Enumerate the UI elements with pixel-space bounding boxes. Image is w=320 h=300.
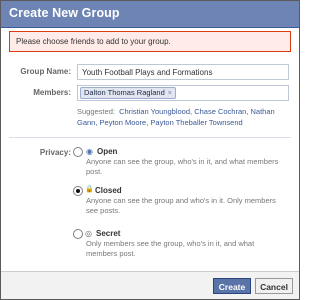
privacy-secret-title: Secret — [96, 229, 121, 238]
dialog-title: Create New Group — [9, 6, 120, 20]
globe-icon: ◉ — [86, 147, 93, 156]
members-label: Members: — [33, 88, 71, 97]
privacy-open-description: Anyone can see the group, who's in it, a… — [86, 157, 279, 176]
suggested-label: Suggested: — [77, 107, 115, 116]
radio-open[interactable] — [73, 147, 83, 157]
privacy-open-title: Open — [97, 147, 118, 156]
cancel-button[interactable]: Cancel — [255, 278, 293, 294]
suggested-friend-link[interactable]: Payton Theballer Townsend — [150, 118, 242, 127]
privacy-closed-description: Anyone can see the group and who's in it… — [86, 196, 276, 215]
create-group-dialog: Create New Group Please choose friends t… — [0, 0, 300, 300]
privacy-secret-description: Only members see the group, who's in it,… — [86, 239, 255, 258]
suggested-friend-link[interactable]: Christian Youngblood, — [119, 107, 192, 116]
suggested-friends: Suggested: Christian Youngblood, Chase C… — [77, 106, 293, 128]
member-token-name: Dalton Thomas Ragland — [84, 88, 165, 97]
dialog-footer: Create Cancel — [1, 271, 299, 299]
member-token: Dalton Thomas Ragland × — [80, 87, 176, 99]
group-name-value: Youth Football Plays and Formations — [82, 68, 213, 77]
radio-closed[interactable] — [73, 186, 83, 196]
group-name-input[interactable]: Youth Football Plays and Formations — [77, 64, 289, 80]
members-input[interactable]: Dalton Thomas Ragland × — [77, 85, 289, 101]
group-name-label: Group Name: — [20, 67, 71, 76]
dialog-titlebar: Create New Group — [1, 1, 299, 28]
suggested-friend-link[interactable]: Peyton Moore, — [100, 118, 149, 127]
remove-member-icon[interactable]: × — [168, 90, 172, 97]
radio-secret[interactable] — [73, 229, 83, 239]
lock-icon: 🔒 — [85, 186, 94, 193]
secret-icon: ◎ — [85, 229, 92, 238]
privacy-label: Privacy: — [39, 148, 71, 157]
section-divider — [9, 137, 291, 138]
create-button[interactable]: Create — [213, 278, 251, 294]
suggested-friend-link[interactable]: Chase Cochran, — [194, 107, 248, 116]
error-alert: Please choose friends to add to your gro… — [9, 31, 291, 52]
alert-text: Please choose friends to add to your gro… — [16, 37, 171, 46]
privacy-closed-title: Closed — [95, 186, 122, 195]
